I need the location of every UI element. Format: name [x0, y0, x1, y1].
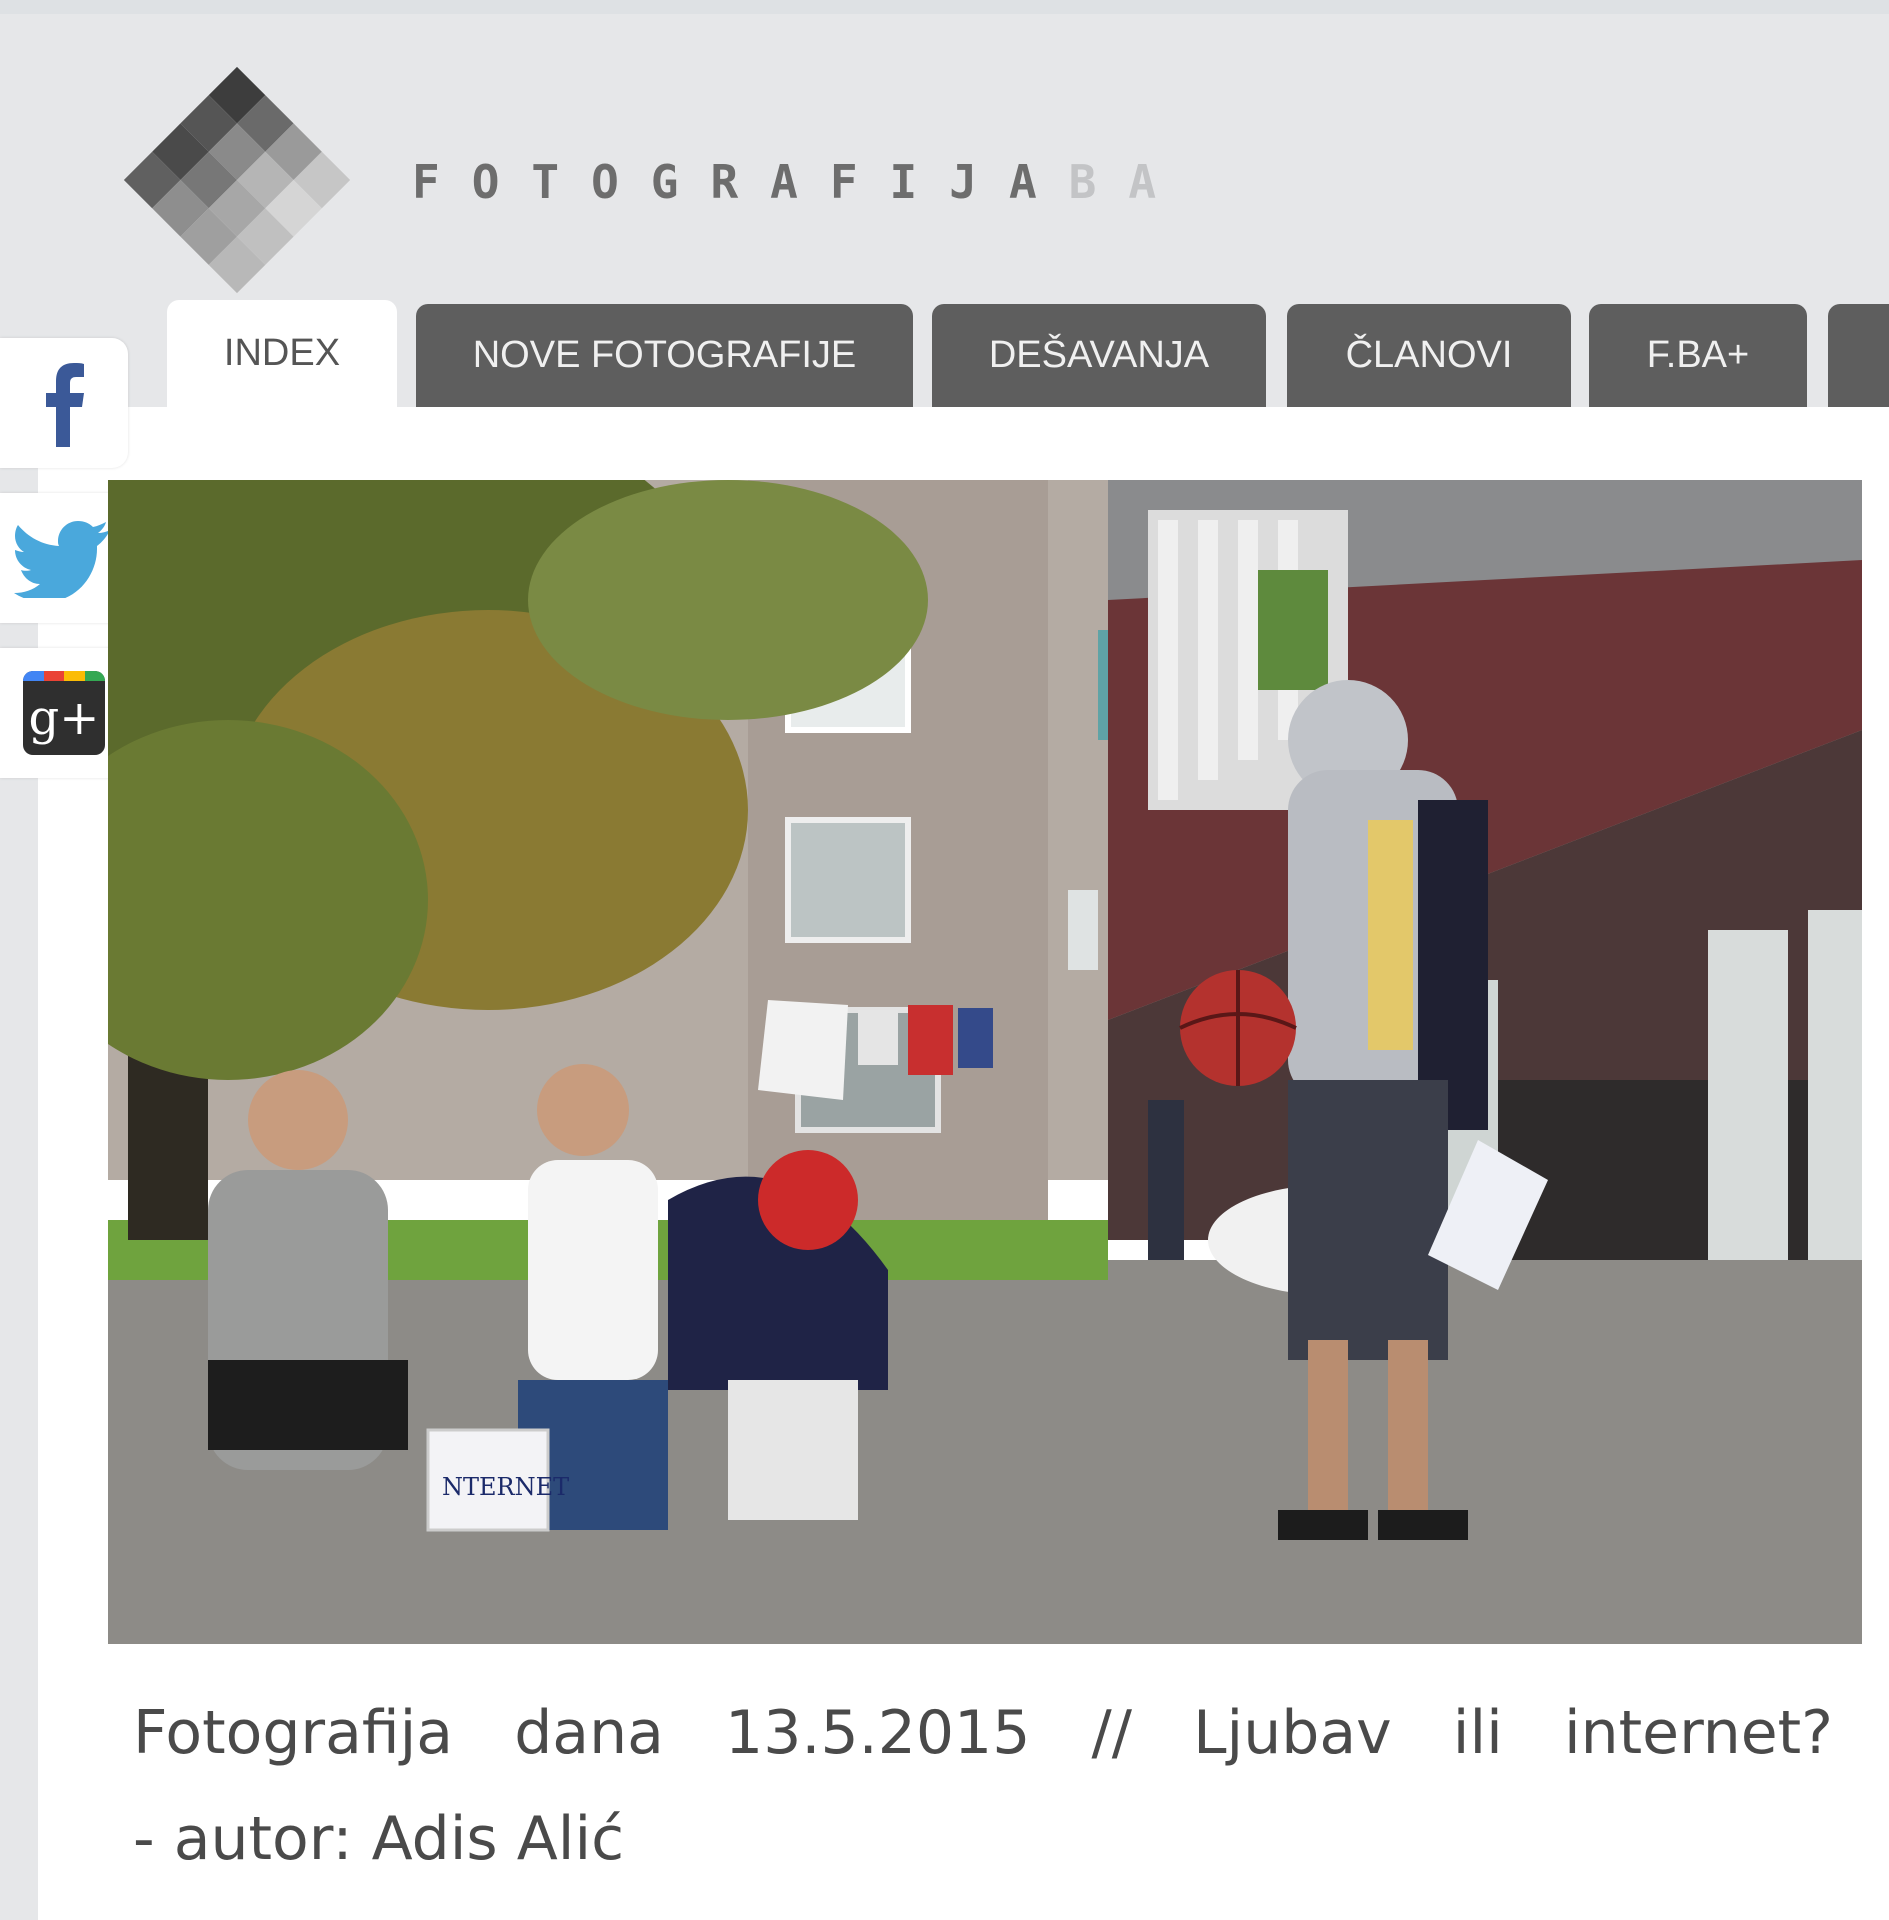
tab-label: DEŠAVANJA: [988, 334, 1210, 376]
tab-fba-plus[interactable]: F.BA+: [1589, 304, 1807, 407]
photo-caption[interactable]: Fotografija dana 13.5.2015 // Ljubav ili…: [133, 1680, 1833, 1892]
googleplus-glyph: g+: [28, 690, 100, 746]
tab-overflow[interactable]: [1828, 304, 1889, 407]
tab-clanovi[interactable]: ČLANOVI: [1287, 304, 1571, 407]
googleplus-icon: g+: [23, 671, 105, 755]
tab-label: INDEX: [223, 332, 341, 374]
top-strip: [0, 0, 1889, 14]
caption-title: Fotografija dana 13.5.2015 // Ljubav ili…: [133, 1698, 1833, 1768]
svg-text:NTERNET: NTERNET: [442, 1473, 569, 1501]
site-brand[interactable]: FOTOGRAFIJABA: [412, 155, 1188, 209]
tab-label: F.BA+: [1646, 334, 1750, 376]
tab-nove-fotografije[interactable]: NOVE FOTOGRAFIJE: [416, 304, 913, 407]
brand-suffix: BA: [1068, 155, 1189, 209]
tab-index[interactable]: INDEX: [167, 300, 397, 407]
featured-photo[interactable]: NTERNET: [108, 480, 1862, 1644]
twitter-icon: [14, 521, 110, 598]
caption-author: - autor: Adis Alić: [133, 1804, 625, 1874]
facebook-share-button[interactable]: [0, 338, 128, 468]
facebook-icon: [46, 363, 84, 447]
main-nav: INDEX NOVE FOTOGRAFIJE DEŠAVANJA ČLANOVI…: [0, 300, 1889, 407]
tab-label: ČLANOVI: [1345, 334, 1513, 376]
brand-main: FOTOGRAFIJA: [412, 155, 1069, 209]
tab-label: NOVE FOTOGRAFIJE: [472, 334, 857, 376]
logo-icon[interactable]: [107, 55, 367, 305]
tab-desavanja[interactable]: DEŠAVANJA: [932, 304, 1266, 407]
